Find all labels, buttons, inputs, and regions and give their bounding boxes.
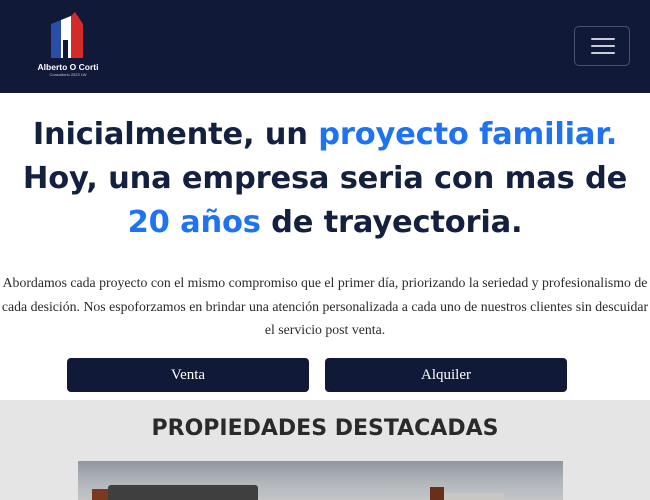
section-title: PROPIEDADES DESTACADAS	[151, 416, 499, 441]
headline-text: Inicialmente, un	[32, 117, 319, 152]
headline-line3: 20 años de trayectoria.	[128, 205, 523, 240]
alquiler-button[interactable]: Alquiler	[325, 358, 567, 392]
headline-text: de trayectoria.	[260, 205, 523, 240]
headline-line1: Inicialmente, un proyecto familiar.	[33, 117, 617, 152]
brand-logo[interactable]: Alberto O Corti Consultorio 2023 LW	[30, 12, 106, 78]
headline-line2: Hoy, una empresa seria con mas de	[22, 161, 628, 196]
hero-headline: Inicialmente, un proyecto familiar. Hoy,…	[0, 113, 650, 245]
headline-highlight-years: 20 años	[127, 205, 261, 240]
photo-detail	[108, 485, 258, 500]
intro-paragraph: Abordamos cada proyecto con el mismo com…	[1, 275, 649, 337]
building-logo-icon	[51, 12, 83, 58]
menu-toggle-button[interactable]	[574, 26, 630, 66]
navbar: Alberto O Corti Consultorio 2023 LW	[0, 0, 650, 93]
venta-button[interactable]: Venta	[67, 358, 309, 392]
photo-detail	[430, 487, 444, 500]
hamburger-icon-bar	[591, 38, 615, 40]
logo-name: Alberto O Corti	[37, 62, 99, 72]
hamburger-icon-bar	[591, 45, 615, 47]
photo-detail	[444, 493, 504, 500]
logo-subtitle: Consultorio 2023 LW	[49, 72, 87, 77]
headline-highlight: proyecto familiar.	[318, 117, 618, 152]
property-photo[interactable]	[78, 461, 563, 500]
featured-properties-section: PROPIEDADES DESTACADAS	[0, 400, 650, 500]
hamburger-icon-bar	[591, 52, 615, 54]
